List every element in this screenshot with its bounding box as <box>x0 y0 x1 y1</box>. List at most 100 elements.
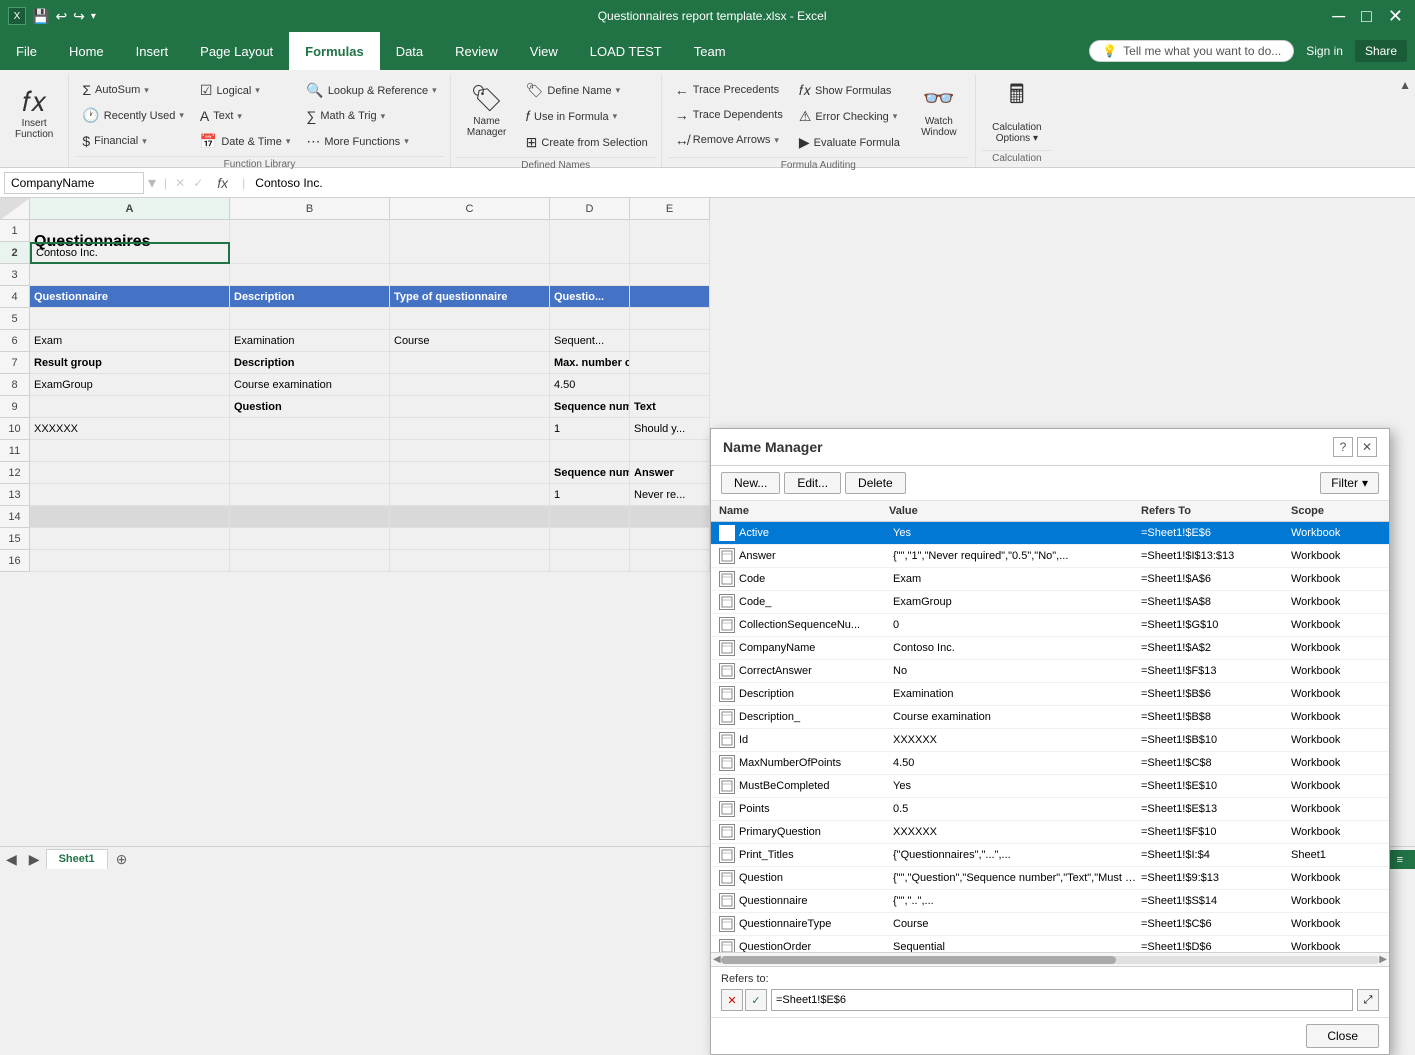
cell-C7[interactable] <box>390 352 550 374</box>
quick-access-undo[interactable]: ↩ <box>55 8 67 25</box>
next-sheet-btn[interactable]: ▶ <box>23 848 46 871</box>
row-header-11[interactable]: 11 <box>0 440 30 462</box>
name-box[interactable] <box>4 172 144 194</box>
cell-E15[interactable] <box>630 528 710 550</box>
cell-A5[interactable] <box>30 308 230 330</box>
cell-B8[interactable]: Course examination <box>230 374 390 396</box>
cell-C12[interactable] <box>390 462 550 484</box>
dialog-row[interactable]: CompanyName Contoso Inc. =Sheet1!$A$2 Wo… <box>711 637 1389 660</box>
dialog-row[interactable]: CorrectAnswer No =Sheet1!$F$13 Workbook <box>711 660 1389 683</box>
calculation-options-btn[interactable]: 🖩 CalculationOptions ▾ <box>982 76 1052 144</box>
dialog-row[interactable]: Question {"","Question","Sequence number… <box>711 867 1389 890</box>
cell-D7[interactable]: Max. number of points <box>550 352 630 374</box>
insert-function-btn[interactable]: 𝑓𝑥 InsertFunction <box>8 78 60 150</box>
cell-E2[interactable] <box>630 242 710 264</box>
tab-formulas[interactable]: Formulas <box>289 32 380 70</box>
cell-B2[interactable] <box>230 242 390 264</box>
cell-E8[interactable] <box>630 374 710 396</box>
cell-B12[interactable] <box>230 462 390 484</box>
refers-to-expand-btn[interactable]: ⤢ <box>1357 989 1379 1011</box>
cell-B3[interactable] <box>230 264 390 286</box>
name-box-dropdown[interactable]: ▾ <box>148 173 156 193</box>
recently-used-btn[interactable]: 🕐 Recently Used ▾ <box>75 103 191 128</box>
cell-E12[interactable]: Answer <box>630 462 710 484</box>
dialog-row[interactable]: Description_ Course examination =Sheet1!… <box>711 706 1389 729</box>
cell-D9[interactable]: Sequence number <box>550 396 630 418</box>
cell-B4[interactable]: Description <box>230 286 390 308</box>
dialog-row[interactable]: Id XXXXXX =Sheet1!$B$10 Workbook <box>711 729 1389 752</box>
cell-E9[interactable]: Text <box>630 396 710 418</box>
dialog-row[interactable]: CollectionSequenceNu... 0 =Sheet1!$G$10 … <box>711 614 1389 637</box>
cell-C13[interactable] <box>390 484 550 506</box>
cell-D12[interactable]: Sequence number <box>550 462 630 484</box>
cell-E14[interactable] <box>630 506 710 528</box>
cell-C16[interactable] <box>390 550 550 572</box>
show-formulas-btn[interactable]: 𝑓𝑥 Show Formulas <box>792 78 907 103</box>
ribbon-collapse-btn[interactable]: ▲ <box>1395 74 1415 167</box>
dialog-row[interactable]: Code Exam =Sheet1!$A$6 Workbook <box>711 568 1389 591</box>
cell-A7[interactable]: Result group <box>30 352 230 374</box>
row-header-2[interactable]: 2 <box>0 242 30 264</box>
row-header-5[interactable]: 5 <box>0 308 30 330</box>
refers-to-input[interactable] <box>771 989 1353 1011</box>
scroll-left-btn[interactable]: ◀ <box>713 954 721 965</box>
cell-E3[interactable] <box>630 264 710 286</box>
dialog-close-footer-btn[interactable]: Close <box>1306 1024 1379 1048</box>
row-header-1[interactable]: 1 <box>0 220 30 242</box>
dialog-table-body[interactable]: Active Yes =Sheet1!$E$6 Workbook Answer … <box>711 522 1389 952</box>
col-header-C[interactable]: C <box>390 198 550 220</box>
tab-view[interactable]: View <box>514 32 574 70</box>
cell-C9[interactable] <box>390 396 550 418</box>
cell-B10[interactable] <box>230 418 390 440</box>
cell-C14[interactable] <box>390 506 550 528</box>
cell-E7[interactable] <box>630 352 710 374</box>
dialog-row[interactable]: QuestionnaireType Course =Sheet1!$C$6 Wo… <box>711 913 1389 936</box>
lookup-reference-btn[interactable]: 🔍 Lookup & Reference ▾ <box>299 78 443 103</box>
tab-review[interactable]: Review <box>439 32 514 70</box>
cell-B7[interactable]: Description <box>230 352 390 374</box>
tab-file[interactable]: File <box>0 32 53 70</box>
cell-B5[interactable] <box>230 308 390 330</box>
cell-A6[interactable]: Exam <box>30 330 230 352</box>
cell-B15[interactable] <box>230 528 390 550</box>
dialog-row[interactable]: Answer {"","1","Never required","0.5","N… <box>711 545 1389 568</box>
dialog-row[interactable]: PrimaryQuestion XXXXXX =Sheet1!$F$10 Wor… <box>711 821 1389 844</box>
cell-B13[interactable] <box>230 484 390 506</box>
cell-A2[interactable]: Contoso Inc. <box>30 242 230 264</box>
col-header-A[interactable]: A <box>30 198 230 220</box>
filter-btn[interactable]: Filter ▾ <box>1320 472 1379 494</box>
tab-data[interactable]: Data <box>380 32 439 70</box>
cell-B16[interactable] <box>230 550 390 572</box>
cell-D10[interactable]: 1 <box>550 418 630 440</box>
cell-A15[interactable] <box>30 528 230 550</box>
share-btn[interactable]: Share <box>1355 40 1407 62</box>
cell-D3[interactable] <box>550 264 630 286</box>
text-btn[interactable]: A Text ▾ <box>193 104 298 128</box>
cancel-icon[interactable]: ✕ <box>175 176 185 190</box>
col-header-E[interactable]: E <box>630 198 710 220</box>
cell-E11[interactable] <box>630 440 710 462</box>
cell-A4[interactable]: Questionnaire <box>30 286 230 308</box>
sheet-tab-sheet1[interactable]: Sheet1 <box>46 849 108 869</box>
row-header-16[interactable]: 16 <box>0 550 30 572</box>
row-header-4[interactable]: 4 <box>0 286 30 308</box>
error-checking-btn[interactable]: ⚠ Error Checking ▾ <box>792 104 907 129</box>
quick-access-save[interactable]: 💾 <box>32 8 49 25</box>
cell-A3[interactable] <box>30 264 230 286</box>
cell-E10[interactable]: Should y... <box>630 418 710 440</box>
h-scrollbar-thumb[interactable] <box>721 956 1116 964</box>
cell-C4[interactable]: Type of questionnaire <box>390 286 550 308</box>
dialog-row[interactable]: Active Yes =Sheet1!$E$6 Workbook <box>711 522 1389 545</box>
cell-A14[interactable] <box>30 506 230 528</box>
date-time-btn[interactable]: 📅 Date & Time ▾ <box>193 129 298 154</box>
enter-icon[interactable]: ✓ <box>193 176 203 190</box>
cell-D11[interactable] <box>550 440 630 462</box>
tab-page-layout[interactable]: Page Layout <box>184 32 289 70</box>
dialog-close-btn[interactable]: ✕ <box>1357 437 1377 457</box>
cell-C5[interactable] <box>390 308 550 330</box>
cell-D16[interactable] <box>550 550 630 572</box>
add-sheet-btn[interactable]: ⊕ <box>108 848 136 871</box>
cell-D6[interactable]: Sequent... <box>550 330 630 352</box>
cell-C8[interactable] <box>390 374 550 396</box>
cell-E16[interactable] <box>630 550 710 572</box>
